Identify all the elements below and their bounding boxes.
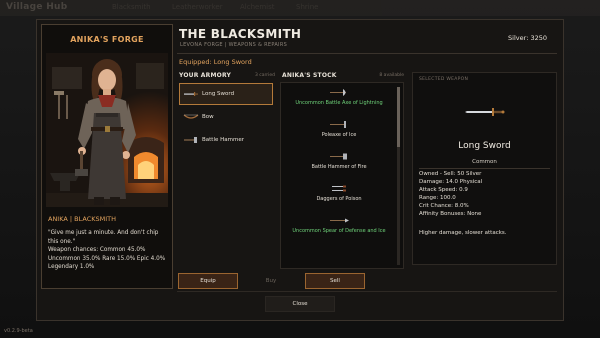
armory-item-label: Bow bbox=[202, 114, 214, 120]
top-bar: Village Hub Blacksmith Leatherworker Alc… bbox=[0, 0, 600, 16]
stock-item-battle-axe[interactable]: Uncommon Battle Axe of Lightning bbox=[283, 85, 395, 117]
forge-panel: ANIKA'S FORGE ANIKA | BLACKSMITH "Give m… bbox=[41, 24, 173, 289]
armory-item-label: Battle Hammer bbox=[202, 137, 244, 143]
stat-range: Range: 100.0 bbox=[419, 194, 456, 201]
armory-list: Long Sword Bow Battle Hammer bbox=[179, 83, 273, 152]
stat-affinity: Affinity Bonuses: None bbox=[419, 210, 482, 217]
weapon-rarity: Common bbox=[472, 159, 497, 165]
stat-owned: Owned - Sell: 50 Silver bbox=[419, 171, 482, 177]
stat-crit-chance: Crit Chance: 8.0% bbox=[419, 202, 469, 209]
stock-item-daggers[interactable]: Daggers of Poison bbox=[283, 181, 395, 213]
hammer-icon bbox=[184, 137, 197, 143]
armory-item-bow[interactable]: Bow bbox=[179, 106, 273, 128]
silver-balance: Silver: 3250 bbox=[508, 34, 547, 42]
blacksmith-modal: ANIKA'S FORGE ANIKA | BLACKSMITH "Give m… bbox=[36, 19, 564, 321]
weapon-name: Long Sword bbox=[458, 141, 511, 151]
page-title: THE BLACKSMITH bbox=[179, 27, 302, 41]
detail-label: SELECTED WEAPON bbox=[419, 77, 469, 82]
stock-section: ANIKA'S STOCK 8 available Uncommon Battl… bbox=[280, 72, 406, 269]
scrollbar-thumb[interactable] bbox=[397, 87, 400, 147]
stock-item-poleaxe[interactable]: Poleaxe of Ice bbox=[283, 117, 395, 149]
daggers-icon bbox=[332, 185, 346, 192]
armory-item-battle-hammer[interactable]: Battle Hammer bbox=[179, 129, 273, 151]
equipped-weapon: Equipped: Long Sword bbox=[179, 58, 252, 66]
weapon-stats: Owned - Sell: 50 Silver Damage: 14.0 Phy… bbox=[419, 171, 482, 219]
weapon-detail-panel: SELECTED WEAPON Long Sword Common Owned … bbox=[412, 72, 557, 265]
weapon-flavor-text: Higher damage, slower attacks. bbox=[419, 230, 507, 236]
axe-icon bbox=[330, 89, 346, 96]
hammer-icon bbox=[330, 153, 347, 160]
stat-damage: Damage: 14.0 Physical bbox=[419, 178, 483, 185]
armory-item-long-sword[interactable]: Long Sword bbox=[179, 83, 273, 105]
nav-leatherworker[interactable]: Leatherworker bbox=[172, 3, 223, 11]
armory-section: YOUR ARMORY 3 carried Long Sword Bow Bat… bbox=[177, 72, 277, 269]
armory-item-label: Long Sword bbox=[202, 91, 235, 97]
armory-count: 3 carried bbox=[254, 73, 275, 78]
sword-icon bbox=[465, 108, 505, 116]
hub-title: Village Hub bbox=[6, 2, 68, 12]
weapon-chances-line3: Legendary 1.0% bbox=[48, 264, 95, 271]
nav-alchemist[interactable]: Alchemist bbox=[240, 3, 274, 11]
stock-list-box[interactable]: Uncommon Battle Axe of Lightning Poleaxe… bbox=[280, 82, 404, 269]
nav-shrine[interactable]: Shrine bbox=[296, 3, 318, 11]
sell-button[interactable]: Sell bbox=[305, 273, 365, 289]
character-description: "Give me just a minute. And don't chip t… bbox=[48, 229, 168, 272]
nav-blacksmith[interactable]: Blacksmith bbox=[112, 3, 151, 11]
stat-attack-speed: Attack Speed: 0.9 bbox=[419, 186, 468, 193]
bow-icon bbox=[183, 114, 199, 119]
buy-button[interactable]: Buy bbox=[243, 273, 299, 289]
weapon-chances-line1: Weapon chances: Common 45.0% bbox=[48, 247, 146, 254]
stock-list: Uncommon Battle Axe of Lightning Poleaxe… bbox=[283, 85, 395, 245]
weapon-chances-line2: Uncommon 35.0% Rare 15.0% Epic 4.0% bbox=[48, 255, 166, 262]
equip-button[interactable]: Equip bbox=[178, 273, 238, 289]
stock-item-battle-hammer[interactable]: Battle Hammer of Fire bbox=[283, 149, 395, 181]
poleaxe-icon bbox=[330, 121, 346, 128]
close-button[interactable]: Close bbox=[265, 296, 335, 312]
header-divider bbox=[177, 53, 557, 54]
version-label: v0.2.9-beta bbox=[4, 328, 33, 334]
character-quote: "Give me just a minute. And don't chip t… bbox=[48, 230, 159, 245]
page-subtitle: LEVONA FORGE | WEAPONS & REPAIRS bbox=[180, 42, 288, 48]
detail-divider bbox=[419, 168, 550, 169]
character-name: ANIKA | BLACKSMITH bbox=[48, 215, 117, 223]
stock-count: 8 available bbox=[379, 73, 404, 78]
sword-icon bbox=[184, 92, 198, 96]
spear-icon bbox=[330, 218, 349, 223]
stock-item-spear[interactable]: Uncommon Spear of Defense and Ice bbox=[283, 213, 395, 245]
blacksmith-portrait bbox=[46, 53, 168, 207]
forge-title: ANIKA'S FORGE bbox=[70, 35, 144, 44]
armory-title: YOUR ARMORY bbox=[179, 72, 231, 79]
footer-divider bbox=[177, 291, 557, 292]
stock-scrollbar[interactable] bbox=[397, 87, 400, 265]
stock-title: ANIKA'S STOCK bbox=[282, 72, 337, 79]
